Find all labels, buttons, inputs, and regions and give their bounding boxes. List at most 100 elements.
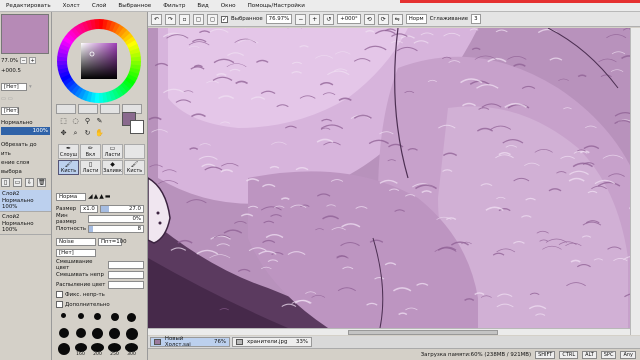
mode-field[interactable]: Норм xyxy=(405,14,427,24)
brush-brush-2[interactable]: 🖌 Кисть xyxy=(124,160,145,175)
brush-size-preset[interactable] xyxy=(56,343,71,357)
move-icon[interactable]: ✥ xyxy=(58,128,69,139)
brush-fill[interactable]: ◆ Заливк xyxy=(102,160,123,175)
menu-window[interactable]: Окно xyxy=(215,3,242,9)
selection-checkbox[interactable]: ✓ xyxy=(221,15,228,23)
rect-select-icon[interactable]: ⬚ xyxy=(58,116,69,127)
color-mode-1[interactable] xyxy=(56,104,76,114)
nav-angle-value[interactable]: +000.5 xyxy=(1,68,21,74)
new-folder-icon[interactable]: ▭ xyxy=(13,178,22,187)
lasso-icon[interactable]: ◌ xyxy=(70,116,81,127)
brush-size-preset[interactable]: 200 xyxy=(90,343,105,357)
brush-airbrush[interactable]: ✒ Слоуш xyxy=(58,144,79,159)
extra-checkbox[interactable] xyxy=(56,301,63,308)
smoothing-field[interactable]: 3 xyxy=(471,14,481,24)
vertical-scrollbar[interactable] xyxy=(630,28,640,335)
eyedropper-icon[interactable]: ✎ xyxy=(94,116,105,127)
horizontal-scrollbar[interactable] xyxy=(148,328,630,335)
doc-tab-guardians[interactable]: хранители.jpg 33% xyxy=(232,337,312,347)
deselect-icon[interactable]: ▫ xyxy=(179,13,190,25)
brush-size-preset[interactable] xyxy=(73,313,88,327)
nav-zoom-value[interactable]: 77.0% xyxy=(1,58,18,64)
menu-canvas[interactable]: Холст xyxy=(57,3,86,9)
nav-zoom-minus-icon[interactable]: − xyxy=(20,57,28,64)
rotate-left-icon[interactable]: ⟲ xyxy=(363,13,375,25)
brush-eraser-2[interactable]: ▯ Ласти xyxy=(80,160,101,175)
size-slider[interactable]: 27.0 xyxy=(99,204,144,213)
doc-tab-new-canvas[interactable]: Новый Холст.sai 76% xyxy=(150,336,230,348)
secondary-color-swatch[interactable] xyxy=(130,120,144,134)
doc-tab-name: хранители.jpg xyxy=(247,339,288,345)
brush-size-preset[interactable] xyxy=(90,313,105,327)
navigator-thumbnail[interactable] xyxy=(1,14,49,54)
size-multiplier[interactable]: x1.0 xyxy=(80,204,98,213)
brush-size-preset[interactable] xyxy=(107,313,122,327)
fix-checkbox[interactable] xyxy=(56,291,63,298)
zoom-out-icon[interactable]: − xyxy=(295,13,307,25)
brush-size-preset[interactable] xyxy=(56,328,71,342)
min-size-slider[interactable]: 0% xyxy=(88,214,144,223)
menu-layer[interactable]: Слой xyxy=(86,3,113,9)
horizontal-scroll-thumb[interactable] xyxy=(348,330,498,335)
shape-strength[interactable]: Ппт=100 xyxy=(98,237,127,246)
brush-size-preset[interactable] xyxy=(124,313,139,327)
layer-item[interactable]: Слой2 Нормально 100% xyxy=(0,190,51,212)
color-wheel[interactable] xyxy=(56,18,142,104)
zoom-field[interactable]: 76.97% xyxy=(265,14,293,24)
blend-mode-select[interactable]: Норма xyxy=(56,192,86,201)
undo-icon[interactable]: ↶ xyxy=(151,13,162,25)
zoom-in-icon[interactable]: + xyxy=(309,13,321,25)
brush-size-preset[interactable] xyxy=(73,328,88,342)
nav-line-2-row: ить xyxy=(1,149,11,158)
zoom-reset-icon[interactable]: ↺ xyxy=(323,13,335,25)
angle-field[interactable]: +000° xyxy=(337,14,361,24)
trash-icon[interactable]: 🗑 xyxy=(37,178,46,187)
flip-icon[interactable]: ⇋ xyxy=(391,13,403,25)
brush-size-preset[interactable]: 300 xyxy=(124,343,139,357)
mix-slider[interactable] xyxy=(108,260,144,269)
texture-select[interactable]: [Нет] xyxy=(56,248,96,257)
rotate-tool-icon[interactable]: ↻ xyxy=(82,128,93,139)
menu-help[interactable]: Помощь/Настройки xyxy=(242,3,311,9)
brush-eraser[interactable]: ▭ Ласти xyxy=(102,144,123,159)
nav-line-3-row: ение слоя xyxy=(1,158,29,167)
menu-view[interactable]: Вид xyxy=(191,3,214,9)
brush-size-preset[interactable] xyxy=(107,328,122,342)
nav-mode-value[interactable]: Нормально xyxy=(1,120,33,126)
density-slider[interactable]: 8 xyxy=(88,224,144,233)
brush-size-label: 200 xyxy=(93,352,102,357)
hand-icon[interactable]: ✋ xyxy=(94,128,105,139)
brush-on[interactable]: ✏ Вкл xyxy=(80,144,101,159)
invert-icon[interactable]: ◻ xyxy=(207,13,218,25)
redo-icon[interactable]: ↷ xyxy=(165,13,176,25)
brush-empty[interactable] xyxy=(124,144,145,159)
nav-blend-a-field[interactable]: [Нет] xyxy=(1,82,27,91)
brush-size-preset[interactable]: 250 xyxy=(107,343,122,357)
color-mode-3[interactable] xyxy=(100,104,120,114)
spread-slider[interactable] xyxy=(108,280,144,289)
menu-selection[interactable]: Выбранное xyxy=(112,3,157,9)
nav-blend-b-field[interactable]: [Нет] xyxy=(1,106,19,115)
edge-shape-icons[interactable]: ◢▲▲▬ xyxy=(88,193,112,200)
brush-size-preset[interactable] xyxy=(124,328,139,342)
menu-filter[interactable]: Фильтр xyxy=(157,3,191,9)
brush-brush-selected[interactable]: 🖌 Кисть xyxy=(58,160,79,175)
magic-wand-icon[interactable]: ⚲ xyxy=(82,116,93,127)
selection-icon[interactable]: ▢ xyxy=(193,13,204,25)
layer-item[interactable]: Слой2 Нормально 100% xyxy=(0,213,51,235)
merge-layer-icon[interactable]: ⇩ xyxy=(25,178,34,187)
brush-size-preset[interactable] xyxy=(56,313,71,327)
rotate-right-icon[interactable]: ⟳ xyxy=(377,13,389,25)
new-layer-icon[interactable]: ▯ xyxy=(1,178,10,187)
menu-edit[interactable]: Редактировать xyxy=(0,3,57,9)
blend-slider[interactable] xyxy=(108,270,144,279)
spread-row: Распыление цвет xyxy=(56,280,144,289)
brush-size-preset[interactable]: 160 xyxy=(73,343,88,357)
nav-zoom-plus-icon[interactable]: + xyxy=(29,57,37,64)
shape-select[interactable]: Noise xyxy=(56,237,96,246)
color-mode-2[interactable] xyxy=(78,104,98,114)
drawing-canvas[interactable] xyxy=(148,28,640,328)
layer-opacity-slider[interactable]: 100% xyxy=(1,127,50,135)
brush-size-preset[interactable] xyxy=(90,328,105,342)
zoom-tool-icon[interactable]: ⌕ xyxy=(70,128,81,139)
